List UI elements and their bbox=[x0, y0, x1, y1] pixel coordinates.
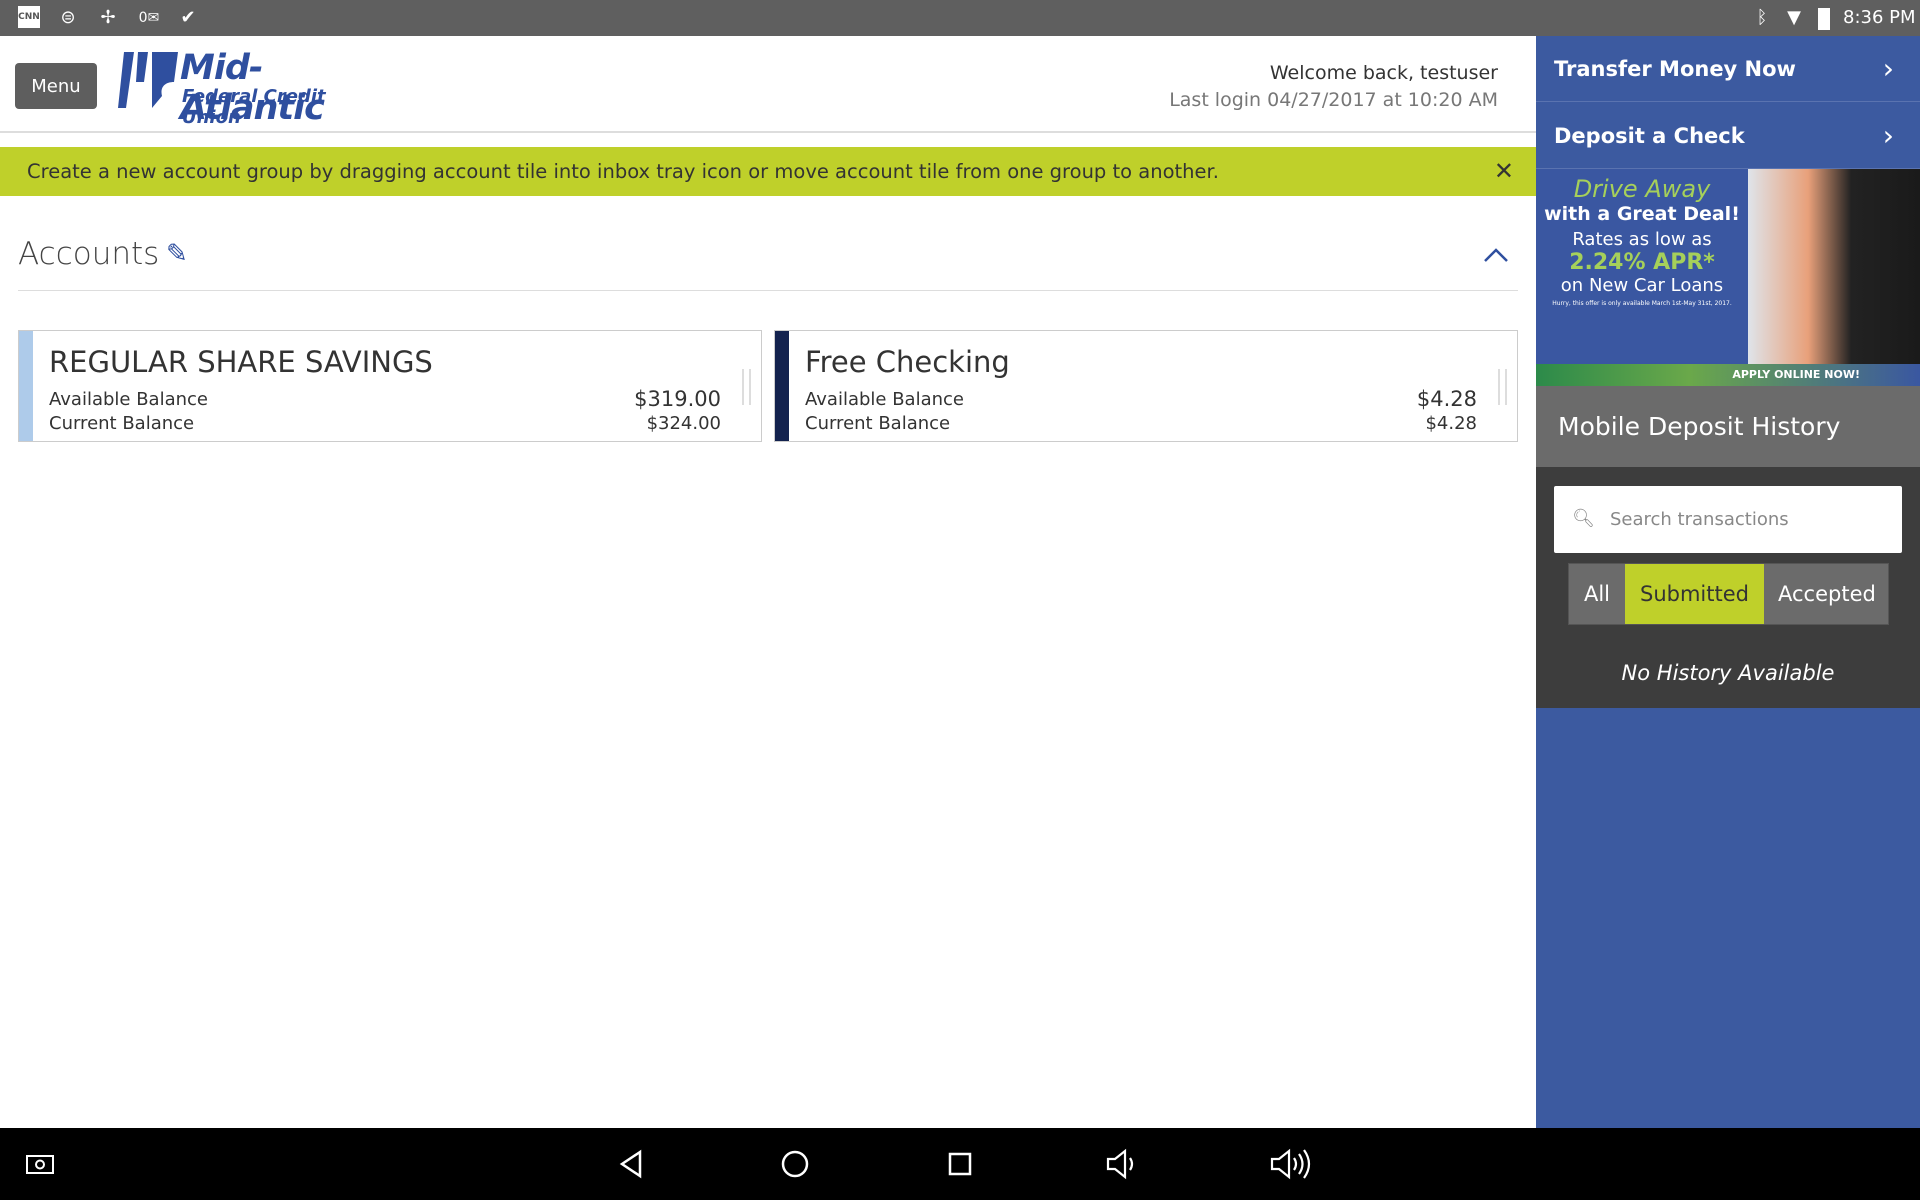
account-name: REGULAR SHARE SAVINGS bbox=[49, 345, 433, 379]
filter-all[interactable]: All bbox=[1569, 564, 1625, 624]
volume-down-icon[interactable] bbox=[1104, 1146, 1140, 1182]
current-label: Current Balance bbox=[805, 413, 951, 434]
search-box[interactable]: 🔍︎ bbox=[1554, 486, 1902, 553]
sync-icon: ⊜ bbox=[60, 7, 76, 28]
last-login: Last login 04/27/2017 at 10:20 AM bbox=[1169, 89, 1498, 111]
filter-group: All Submitted Accepted bbox=[1568, 563, 1889, 625]
current-balance: $4.28 bbox=[1425, 413, 1477, 434]
divider bbox=[0, 131, 1536, 133]
wifi-icon: ▼ bbox=[1787, 7, 1801, 28]
info-banner: Create a new account group by dragging a… bbox=[0, 147, 1536, 196]
close-icon[interactable]: ✕ bbox=[1494, 147, 1514, 196]
transfer-money-button[interactable]: Transfer Money Now › bbox=[1536, 36, 1920, 102]
accounts-title: Accounts bbox=[18, 236, 160, 272]
ad-photo bbox=[1748, 169, 1920, 364]
current-label: Current Balance bbox=[49, 413, 195, 434]
outlook-icon: 0✉ bbox=[138, 10, 160, 26]
tile-color-bar bbox=[19, 331, 33, 441]
volume-up-icon[interactable] bbox=[1268, 1146, 1312, 1182]
welcome-info: Welcome back, testuser Last login 04/27/… bbox=[1169, 60, 1498, 114]
bluetooth-icon: ᛒ bbox=[1756, 7, 1768, 28]
clock: 8:36 PM bbox=[1843, 7, 1916, 28]
available-balance: $319.00 bbox=[634, 387, 721, 411]
empty-state: No History Available bbox=[1621, 661, 1835, 685]
cnn-icon: CNN bbox=[18, 6, 40, 28]
navigation-bar bbox=[0, 1128, 1920, 1200]
menu-button[interactable]: Menu bbox=[15, 63, 97, 109]
pinwheel-icon: ✢ bbox=[100, 7, 116, 28]
logo: Mid-Atlantic Federal Credit Union bbox=[118, 48, 378, 128]
search-input[interactable] bbox=[1610, 486, 1890, 553]
deposit-check-button[interactable]: Deposit a Check › bbox=[1536, 103, 1920, 169]
divider bbox=[18, 290, 1518, 291]
filter-submitted[interactable]: Submitted bbox=[1625, 564, 1764, 624]
filter-accepted[interactable]: Accepted bbox=[1764, 564, 1888, 624]
recents-icon[interactable] bbox=[942, 1146, 978, 1182]
history-panel: 🔍︎ All Submitted Accepted No History Ava… bbox=[1536, 467, 1920, 708]
back-icon[interactable] bbox=[614, 1146, 650, 1182]
account-name: Free Checking bbox=[805, 345, 1010, 379]
battery-icon bbox=[1818, 8, 1830, 30]
drag-handle-icon[interactable] bbox=[742, 369, 751, 405]
home-icon[interactable] bbox=[777, 1146, 813, 1182]
account-tile[interactable]: REGULAR SHARE SAVINGS Available Balance … bbox=[18, 330, 762, 442]
current-balance: $324.00 bbox=[646, 413, 721, 434]
car-loan-ad[interactable]: Drive Away with a Great Deal! Rates as l… bbox=[1536, 169, 1920, 386]
pencil-icon[interactable]: ✎ bbox=[166, 239, 188, 269]
screenshot-icon[interactable] bbox=[22, 1146, 58, 1182]
tile-color-bar bbox=[775, 331, 789, 441]
drag-handle-icon[interactable] bbox=[1498, 369, 1507, 405]
main-content: Menu Mid-Atlantic Federal Credit Union W… bbox=[0, 36, 1536, 1128]
available-label: Available Balance bbox=[805, 389, 964, 410]
sidebar: Transfer Money Now › Deposit a Check › Dri… bbox=[1536, 36, 1920, 1128]
banner-text: Create a new account group by dragging a… bbox=[27, 160, 1219, 183]
welcome-text: Welcome back, testuser bbox=[1269, 62, 1498, 84]
account-tile[interactable]: Free Checking Available Balance Current … bbox=[774, 330, 1518, 442]
briefcase-check-icon: ✔ bbox=[180, 7, 196, 28]
chevron-right-icon: › bbox=[1882, 52, 1894, 85]
available-label: Available Balance bbox=[49, 389, 208, 410]
mobile-deposit-history-title: Mobile Deposit History bbox=[1536, 386, 1920, 467]
search-icon: 🔍︎ bbox=[1572, 508, 1595, 529]
status-bar: CNN ⊜ ✢ 0✉ ✔ ᛒ ▼ 8:36 PM bbox=[0, 0, 1920, 36]
available-balance: $4.28 bbox=[1416, 387, 1477, 411]
chevron-right-icon: › bbox=[1882, 119, 1894, 152]
chevron-up-icon[interactable] bbox=[1482, 242, 1510, 270]
